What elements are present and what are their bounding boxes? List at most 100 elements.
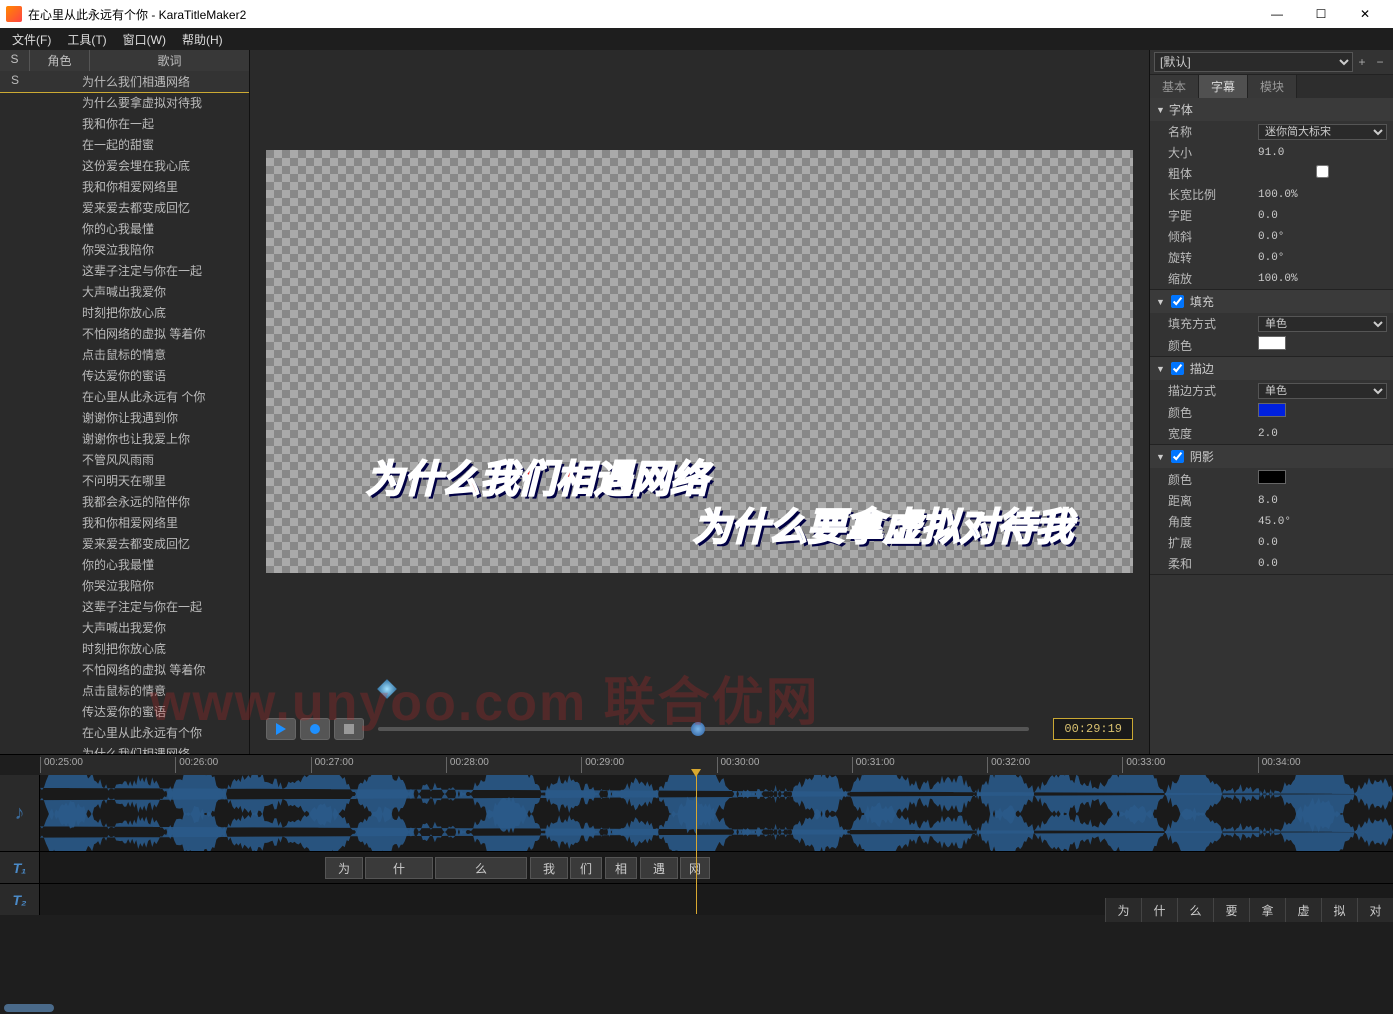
play-button[interactable] — [266, 718, 296, 740]
menu-tools[interactable]: 工具(T) — [59, 29, 114, 50]
close-button[interactable]: ✕ — [1343, 0, 1387, 28]
lyric-row[interactable]: 时刻把你放心底 — [0, 638, 249, 659]
lyric-row[interactable]: 这份爱会埋在我心底 — [0, 155, 249, 176]
group-stroke-header[interactable]: ▼描边 — [1150, 357, 1393, 380]
bottom-char[interactable]: 对 — [1357, 898, 1393, 922]
lyric-row[interactable]: 在心里从此永远有 个你 — [0, 386, 249, 407]
lyric-row[interactable]: 在心里从此永远有个你 — [0, 722, 249, 743]
preset-select[interactable]: [默认] — [1154, 52, 1353, 72]
lyric-row[interactable]: 为什么要拿虚拟对待我 — [0, 92, 249, 113]
record-button[interactable] — [300, 718, 330, 740]
char-block[interactable]: 为 — [325, 857, 363, 879]
shadow-spread-value[interactable]: 0.0 — [1258, 537, 1387, 549]
fill-mode-select[interactable]: 单色 — [1258, 316, 1387, 332]
menu-help[interactable]: 帮助(H) — [174, 29, 231, 50]
shadow-color-swatch[interactable] — [1258, 470, 1286, 484]
group-shadow-header[interactable]: ▼阴影 — [1150, 445, 1393, 468]
col-role[interactable]: 角色 — [30, 50, 90, 71]
char-block[interactable]: 我 — [530, 857, 568, 879]
lyric-list[interactable]: S为什么我们相遇网络为什么要拿虚拟对待我我和你在一起在一起的甜蜜这份爱会埋在我心… — [0, 71, 249, 754]
shadow-soft-value[interactable]: 0.0 — [1258, 558, 1387, 570]
lyric-row[interactable]: 大声喊出我爱你 — [0, 281, 249, 302]
stop-button[interactable] — [334, 718, 364, 740]
bottom-char[interactable]: 为 — [1105, 898, 1141, 922]
lyric-row[interactable]: 不怕网络的虚拟 等着你 — [0, 323, 249, 344]
text-track-1-icon[interactable]: T₁ — [0, 852, 40, 883]
preset-add-button[interactable]: + — [1353, 55, 1371, 69]
shadow-angle-value[interactable]: 45.0° — [1258, 516, 1387, 528]
bottom-char[interactable]: 虚 — [1285, 898, 1321, 922]
lyric-row[interactable]: 你哭泣我陪你 — [0, 575, 249, 596]
seek-thumb[interactable] — [691, 722, 705, 736]
lyric-row[interactable]: 我都会永远的陪伴你 — [0, 491, 249, 512]
lyric-row[interactable]: 大声喊出我爱你 — [0, 617, 249, 638]
lyric-row[interactable]: 为什么我们相遇网络 — [0, 743, 249, 754]
lyric-row[interactable]: 谢谢你也让我爱上你 — [0, 428, 249, 449]
timeline-scrollbar[interactable] — [4, 1004, 54, 1012]
maximize-button[interactable]: ☐ — [1299, 0, 1343, 28]
char-block[interactable]: 遇 — [640, 857, 678, 879]
char-block[interactable]: 网 — [680, 857, 710, 879]
shadow-enable-checkbox[interactable] — [1171, 450, 1184, 463]
marker-icon[interactable] — [377, 679, 397, 699]
lyric-row[interactable]: 不怕网络的虚拟 等着你 — [0, 659, 249, 680]
stroke-mode-select[interactable]: 单色 — [1258, 383, 1387, 399]
text-track-1-content[interactable]: 为什么我们相遇网 — [40, 852, 1393, 883]
bottom-char[interactable]: 么 — [1177, 898, 1213, 922]
stroke-color-swatch[interactable] — [1258, 403, 1286, 417]
lyric-row[interactable]: 这辈子注定与你在一起 — [0, 260, 249, 281]
seek-slider[interactable] — [378, 727, 1029, 731]
font-ratio-value[interactable]: 100.0% — [1258, 189, 1387, 201]
bottom-char[interactable]: 什 — [1141, 898, 1177, 922]
preset-remove-button[interactable]: − — [1371, 55, 1389, 69]
menu-file[interactable]: 文件(F) — [4, 29, 59, 50]
lyric-row[interactable]: 点击鼠标的情意 — [0, 344, 249, 365]
lyric-row[interactable]: 你的心我最懂 — [0, 218, 249, 239]
lyric-row[interactable]: 我和你相爱网络里 — [0, 176, 249, 197]
timeline-ruler[interactable]: 00:25:0000:26:0000:27:0000:28:0000:29:00… — [40, 755, 1393, 775]
lyric-row[interactable]: 这辈子注定与你在一起 — [0, 596, 249, 617]
text-track-2-icon[interactable]: T₂ — [0, 884, 40, 915]
lyric-row[interactable]: 点击鼠标的情意 — [0, 680, 249, 701]
char-block[interactable]: 相 — [605, 857, 637, 879]
font-name-select[interactable]: 迷你简大标宋 — [1258, 124, 1387, 140]
lyric-row[interactable]: 我和你相爱网络里 — [0, 512, 249, 533]
char-block[interactable]: 们 — [570, 857, 602, 879]
lyric-row[interactable]: 在一起的甜蜜 — [0, 134, 249, 155]
char-block[interactable]: 什 — [365, 857, 433, 879]
shadow-distance-value[interactable]: 8.0 — [1258, 495, 1387, 507]
font-rotate-value[interactable]: 0.0° — [1258, 252, 1387, 264]
char-block[interactable]: 么 — [435, 857, 527, 879]
audio-track-icon[interactable]: ♪ — [0, 775, 40, 851]
playhead[interactable] — [696, 775, 697, 914]
lyric-row[interactable]: 不问明天在哪里 — [0, 470, 249, 491]
tab-basic[interactable]: 基本 — [1150, 75, 1199, 98]
group-font-header[interactable]: ▼字体 — [1150, 98, 1393, 121]
lyric-row[interactable]: 你哭泣我陪你 — [0, 239, 249, 260]
bottom-char[interactable]: 拟 — [1321, 898, 1357, 922]
lyric-row[interactable]: 时刻把你放心底 — [0, 302, 249, 323]
font-skew-value[interactable]: 0.0° — [1258, 231, 1387, 243]
stroke-width-value[interactable]: 2.0 — [1258, 428, 1387, 440]
lyric-row[interactable]: 你的心我最懂 — [0, 554, 249, 575]
preview-canvas[interactable]: 为什么我们相遇网络 为什么要拿虚拟对待我 — [266, 150, 1133, 573]
tab-subtitle[interactable]: 字幕 — [1199, 75, 1248, 98]
lyric-row[interactable]: S为什么我们相遇网络 — [0, 71, 249, 92]
lyric-row[interactable]: 传达爱你的蜜语 — [0, 365, 249, 386]
col-s[interactable]: S — [0, 50, 30, 71]
fill-color-swatch[interactable] — [1258, 336, 1286, 350]
font-spacing-value[interactable]: 0.0 — [1258, 210, 1387, 222]
lyric-row[interactable]: 不管风风雨雨 — [0, 449, 249, 470]
font-size-value[interactable]: 91.0 — [1258, 147, 1387, 159]
menu-window[interactable]: 窗口(W) — [115, 29, 174, 50]
lyric-row[interactable]: 我和你在一起 — [0, 113, 249, 134]
font-scale-value[interactable]: 100.0% — [1258, 273, 1387, 285]
lyric-row[interactable]: 谢谢你让我遇到你 — [0, 407, 249, 428]
col-lyric[interactable]: 歌词 — [90, 50, 249, 71]
waveform[interactable] — [40, 775, 1393, 851]
stroke-enable-checkbox[interactable] — [1171, 362, 1184, 375]
bottom-char[interactable]: 要 — [1213, 898, 1249, 922]
font-bold-checkbox[interactable] — [1258, 165, 1387, 178]
group-fill-header[interactable]: ▼填充 — [1150, 290, 1393, 313]
fill-enable-checkbox[interactable] — [1171, 295, 1184, 308]
